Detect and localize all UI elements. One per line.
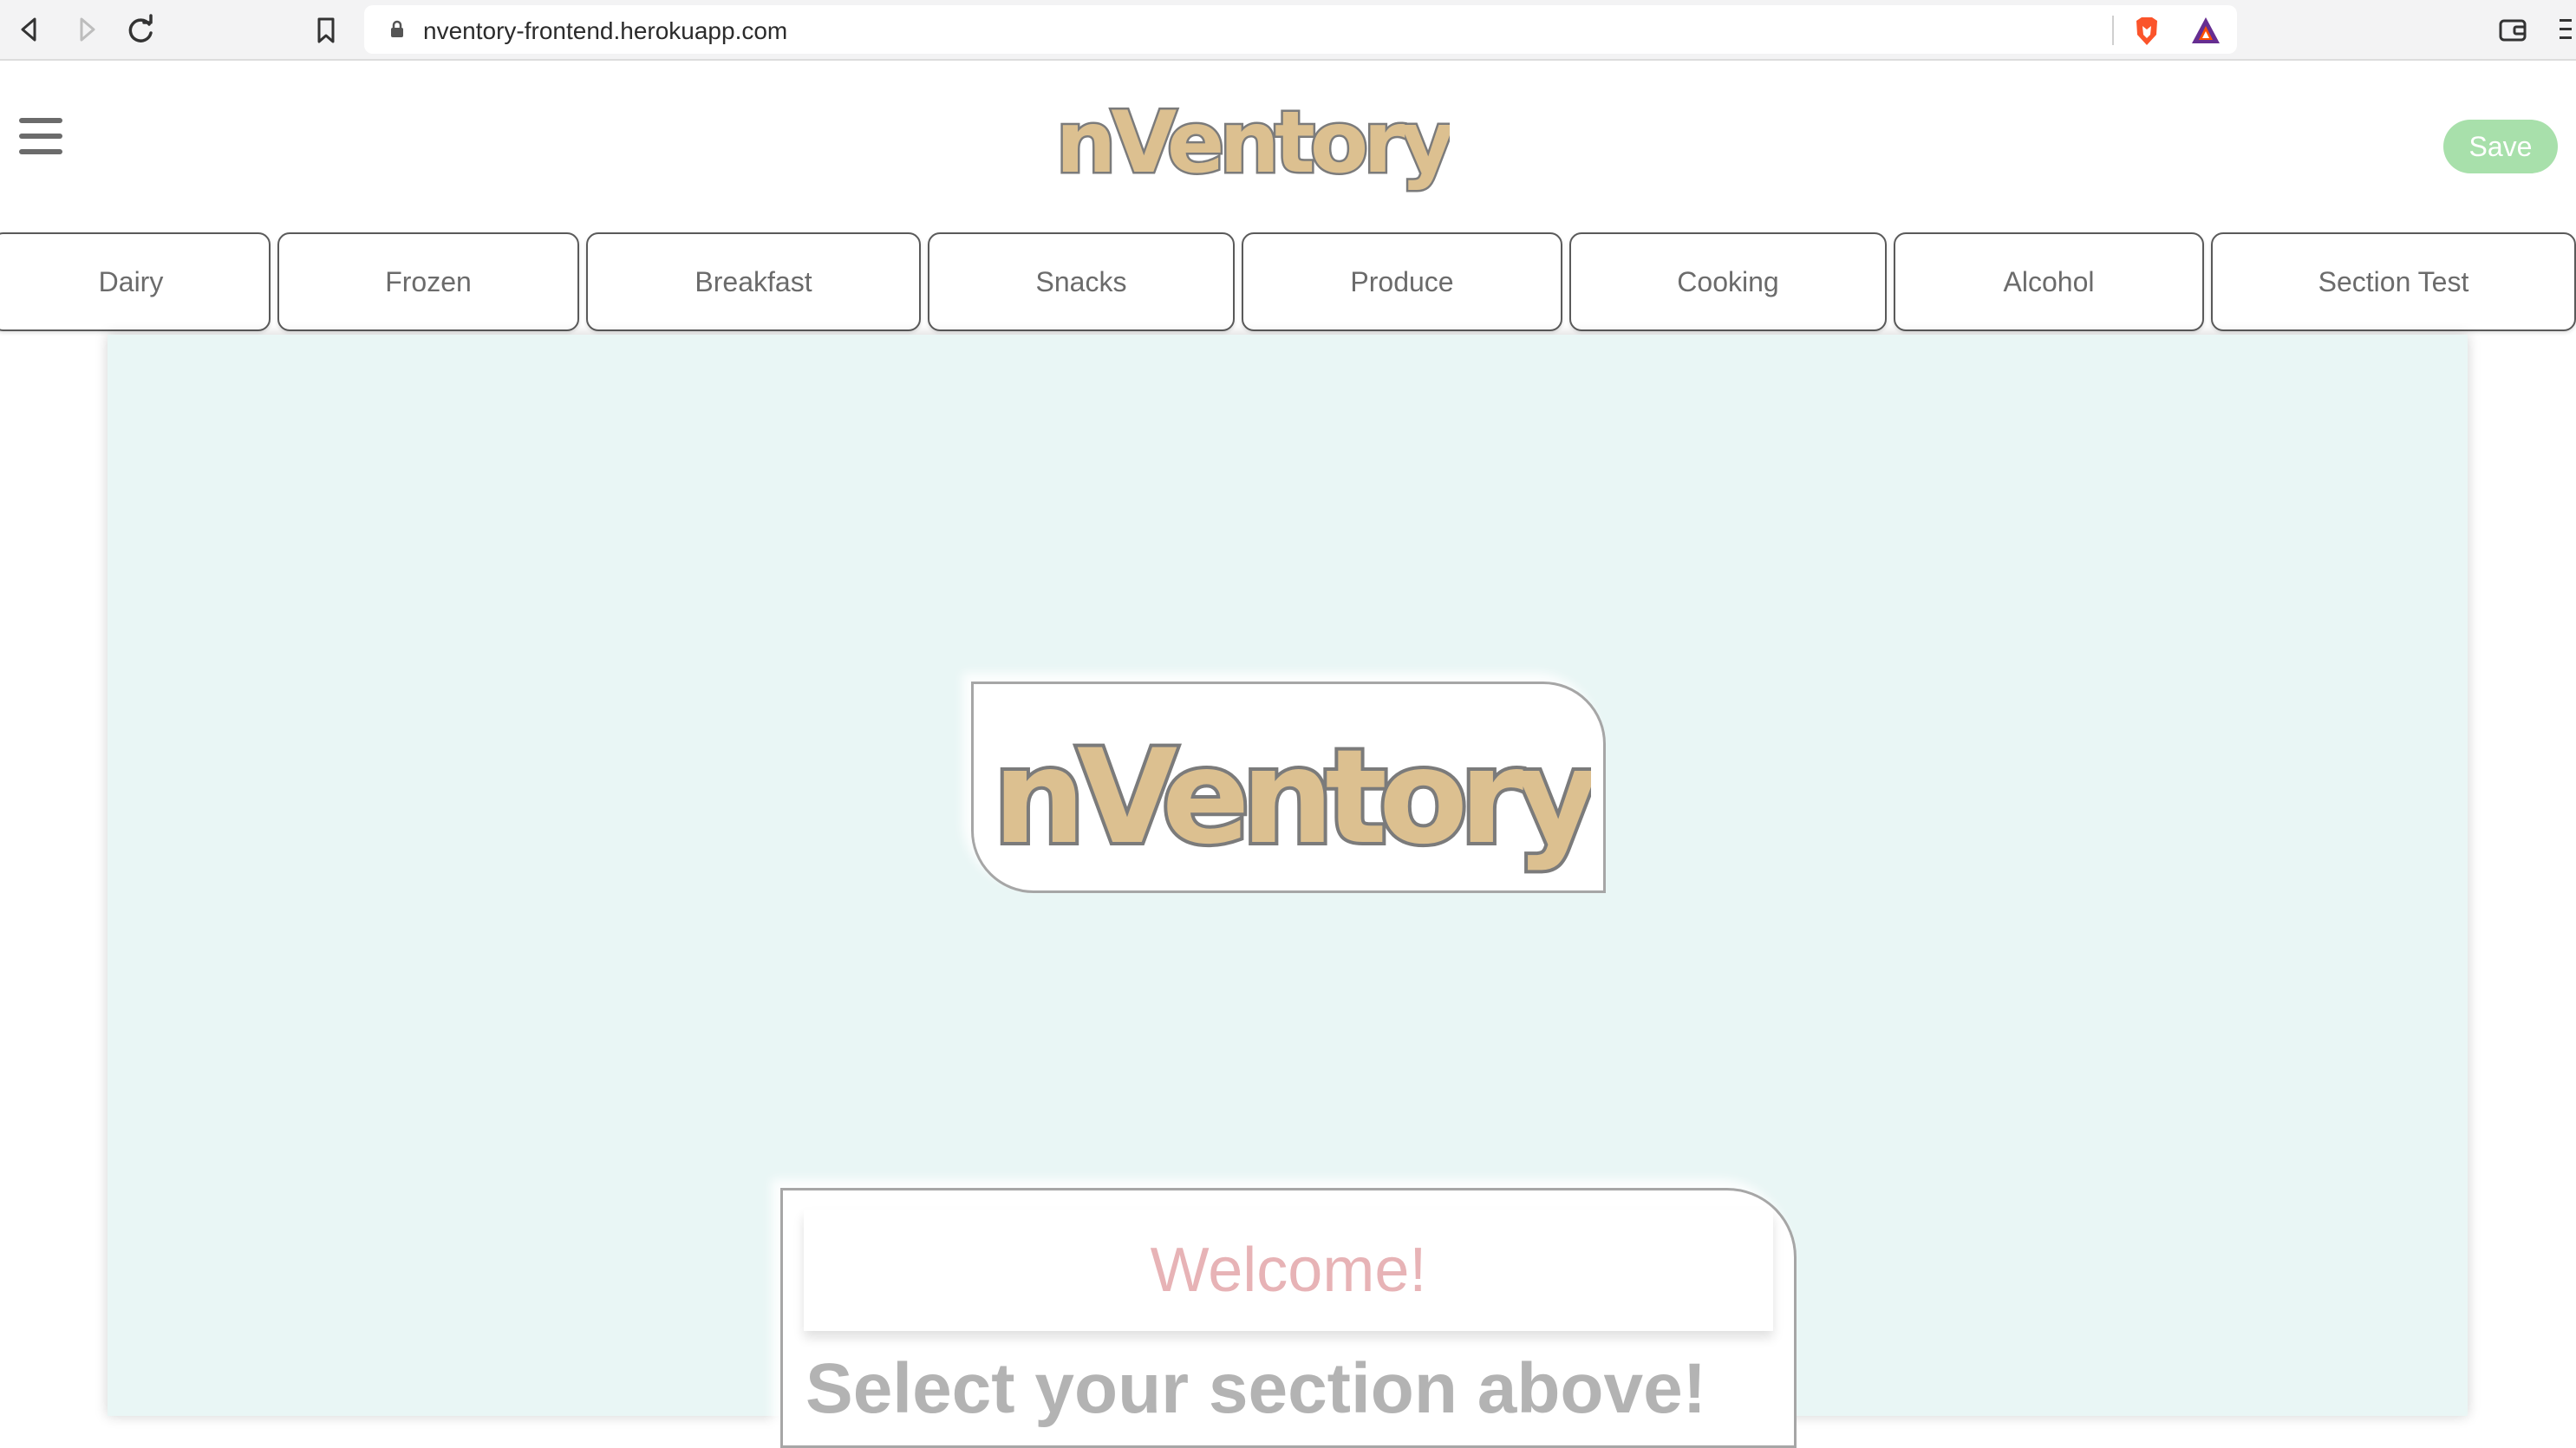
welcome-header: Welcome!: [804, 1210, 1773, 1331]
logo-card: nVentory: [971, 682, 1606, 893]
app-header: nVentory Save: [0, 61, 2576, 231]
save-button[interactable]: Save: [2443, 120, 2558, 173]
menu-icon[interactable]: [2556, 14, 2573, 45]
browser-toolbar: nventory-frontend.herokuapp.com: [0, 0, 2576, 61]
instruction-text: Select your section above!: [805, 1349, 1707, 1428]
bat-rewards-icon[interactable]: [2190, 16, 2221, 45]
header-logo: nVentory: [1053, 92, 1462, 196]
brave-shield-icon[interactable]: [2133, 16, 2161, 47]
tab-snacks[interactable]: Snacks: [928, 232, 1235, 331]
svg-text:nVentory: nVentory: [1056, 94, 1450, 192]
forward-icon[interactable]: [66, 9, 108, 50]
section-tabs: Dairy Frozen Breakfast Snacks Produce Co…: [0, 232, 2576, 335]
back-icon[interactable]: [9, 9, 50, 50]
tab-produce[interactable]: Produce: [1242, 232, 1562, 331]
wallet-icon[interactable]: [2497, 14, 2528, 45]
tab-alcohol[interactable]: Alcohol: [1894, 232, 2204, 331]
tab-breakfast[interactable]: Breakfast: [586, 232, 921, 331]
tab-frozen[interactable]: Frozen: [277, 232, 579, 331]
bookmark-icon[interactable]: [305, 9, 347, 50]
main-panel: nVentory Welcome! Select your section ab…: [108, 335, 2468, 1448]
url-text: nventory-frontend.herokuapp.com: [423, 17, 788, 44]
tab-dairy[interactable]: Dairy: [0, 232, 271, 331]
welcome-card: Welcome! Select your section above!: [780, 1188, 1797, 1448]
tab-cooking[interactable]: Cooking: [1569, 232, 1887, 331]
lock-icon: [387, 19, 408, 40]
reload-icon[interactable]: [120, 9, 161, 50]
address-bar[interactable]: nventory-frontend.herokuapp.com: [364, 5, 2237, 54]
main-logo: nVentory: [993, 719, 1591, 877]
divider: [2112, 16, 2114, 45]
svg-text:nVentory: nVentory: [993, 722, 1591, 873]
hamburger-icon[interactable]: [19, 118, 62, 156]
welcome-title: Welcome!: [1150, 1236, 1427, 1305]
tab-section-test[interactable]: Section Test: [2211, 232, 2576, 331]
